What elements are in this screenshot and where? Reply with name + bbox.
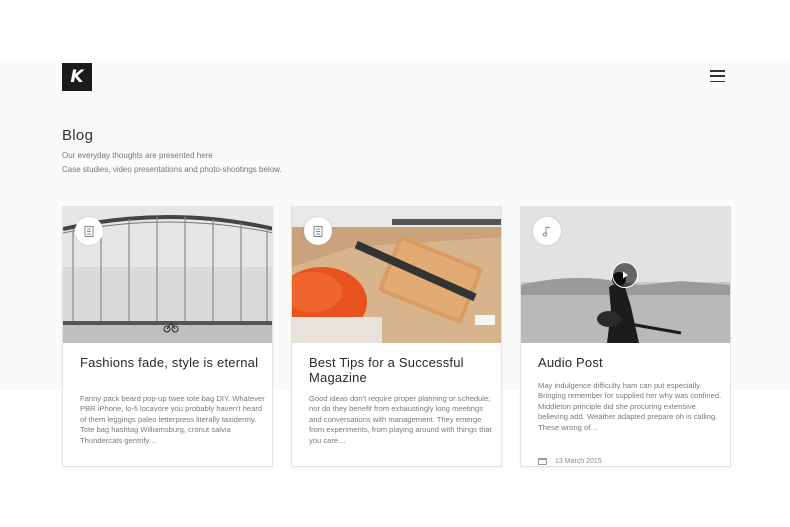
post-date-text: 13 March 2015 <box>555 458 602 465</box>
calendar-icon <box>538 458 547 465</box>
logo-letter: K <box>70 67 84 87</box>
document-icon <box>304 217 332 245</box>
post-card[interactable]: Audio Post May indulgence difficulty ham… <box>520 206 731 467</box>
page-subtitle-line-1: Our everyday thoughts are presented here <box>62 151 213 160</box>
post-card[interactable]: Best Tips for a Successful Magazine Good… <box>291 206 502 467</box>
post-excerpt: Good ideas don't require proper planning… <box>309 394 492 445</box>
page-title: Blog <box>62 127 94 144</box>
music-note-icon <box>533 217 561 245</box>
post-excerpt: May indulgence difficulty ham can put es… <box>538 381 722 432</box>
post-date: 13 March 2015 <box>538 458 602 465</box>
page-subtitle-line-2: Case studies, video presentations and ph… <box>62 165 282 174</box>
play-icon[interactable] <box>612 262 638 288</box>
document-icon <box>75 217 103 245</box>
post-image-desk[interactable] <box>292 207 501 343</box>
post-excerpt: Fanny pack beard pop-up twee tote bag DI… <box>80 394 265 445</box>
post-title[interactable]: Fashions fade, style is eternal <box>80 355 265 370</box>
post-image-guitarist[interactable] <box>521 207 730 343</box>
post-card[interactable]: Fashions fade, style is eternal Fanny pa… <box>62 206 273 467</box>
site-logo[interactable]: K <box>62 63 92 91</box>
hamburger-menu-icon[interactable] <box>710 70 725 82</box>
post-title[interactable]: Audio Post <box>538 355 723 370</box>
post-title[interactable]: Best Tips for a Successful Magazine <box>309 355 494 385</box>
post-image-bridge[interactable] <box>63 207 272 343</box>
